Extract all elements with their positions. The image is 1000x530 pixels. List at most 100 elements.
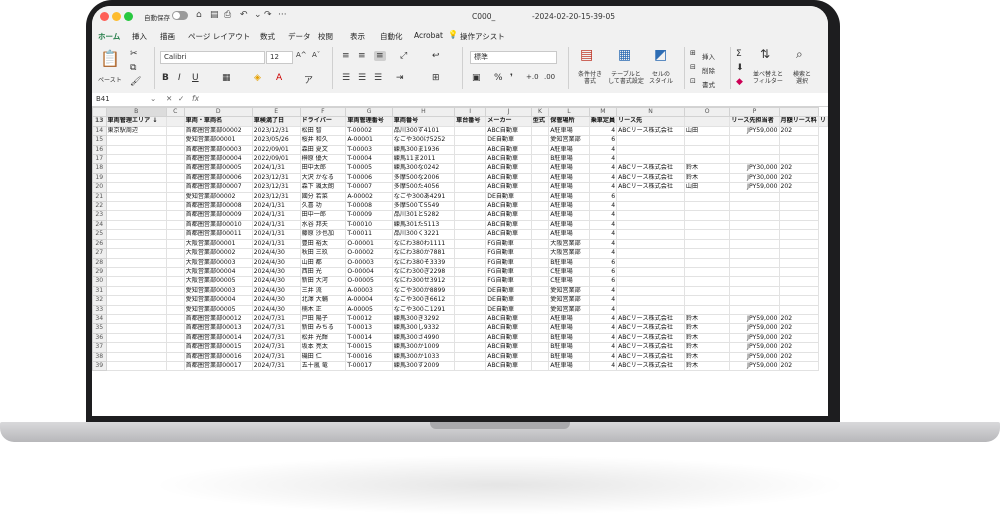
cell[interactable]	[165, 257, 185, 268]
cell[interactable]: 愛知営業部00001	[183, 135, 253, 146]
cell[interactable]	[454, 285, 487, 297]
copy-icon[interactable]: ⧉	[130, 63, 136, 73]
cell[interactable]: 五十嵐 竜	[299, 360, 347, 372]
cell[interactable]: A駐車場	[548, 125, 590, 137]
cell[interactable]	[729, 248, 780, 259]
cell[interactable]	[165, 285, 185, 297]
cell[interactable]: B駐車場	[548, 154, 590, 165]
header-cell[interactable]: 乗車定員	[588, 116, 618, 127]
cell[interactable]: 練馬300さ4990	[391, 332, 456, 344]
cell[interactable]: 久喜 功	[299, 201, 347, 212]
cell[interactable]	[530, 276, 550, 287]
cell[interactable]: 202	[778, 163, 819, 174]
cell[interactable]: ABC自動車	[485, 342, 532, 353]
cell[interactable]: 6	[588, 276, 618, 287]
row-number[interactable]: 33	[92, 304, 107, 315]
header-cell[interactable]: 保管場所	[548, 116, 590, 127]
column-header-N[interactable]: N	[616, 107, 685, 118]
cell[interactable]	[105, 163, 167, 174]
cell[interactable]	[778, 257, 819, 268]
cell[interactable]	[616, 285, 685, 297]
cell[interactable]: 4	[588, 304, 618, 315]
indent-icon[interactable]: ⇥	[396, 73, 404, 83]
cell-styles-label[interactable]: セルの スタイル	[646, 71, 676, 85]
cell[interactable]	[729, 266, 780, 278]
cell[interactable]: DE自動車	[485, 285, 532, 297]
cell[interactable]: 森田 夏文	[299, 144, 347, 156]
row-number[interactable]: 13	[92, 116, 107, 127]
cell[interactable]	[105, 219, 167, 231]
cell[interactable]: A駐車場	[548, 172, 590, 184]
cell[interactable]: JPY30,000	[729, 163, 780, 174]
tab-draw[interactable]: 描画	[160, 31, 175, 42]
cell[interactable]: 2024/1/31	[251, 201, 301, 212]
cell[interactable]: O-00004	[345, 266, 393, 278]
cell[interactable]: T-00005	[345, 163, 393, 174]
cell[interactable]: 202	[778, 342, 819, 353]
column-header-K[interactable]: K	[530, 107, 550, 118]
cell[interactable]: 練馬11ま2011	[391, 154, 456, 165]
cell[interactable]: JPY59,000	[729, 360, 780, 372]
cell[interactable]	[616, 276, 685, 287]
cell[interactable]	[165, 201, 185, 212]
close-window-button[interactable]	[100, 12, 109, 21]
cell[interactable]	[729, 238, 780, 250]
cell[interactable]	[165, 172, 185, 184]
cell[interactable]	[454, 229, 487, 240]
cell[interactable]	[105, 295, 167, 306]
cell[interactable]: 首都圏営業部00013	[183, 323, 253, 334]
cell[interactable]	[454, 360, 487, 372]
cell[interactable]	[530, 351, 550, 362]
cell[interactable]: A-00003	[345, 285, 393, 297]
cell[interactable]: 練馬300ま1936	[391, 144, 456, 156]
cell[interactable]: 2022/09/01	[251, 144, 301, 156]
zoom-window-button[interactable]	[124, 12, 133, 21]
column-header-F[interactable]: F	[299, 107, 347, 118]
cell[interactable]: ABCリース株式会社	[616, 342, 685, 353]
cell[interactable]	[530, 313, 550, 325]
cell[interactable]: ABC自動車	[485, 219, 532, 231]
grow-font-icon[interactable]: A^	[296, 51, 307, 59]
cell[interactable]: 首都圏営業部00005	[183, 163, 253, 174]
cell[interactable]: 新田 みちる	[299, 323, 347, 334]
cell[interactable]	[616, 248, 685, 259]
cell[interactable]: 202	[778, 313, 819, 325]
cell[interactable]: 4	[588, 163, 618, 174]
header-cell[interactable]: 車両・車両名	[183, 116, 253, 127]
sort-filter-icon[interactable]: ⇅	[760, 47, 770, 61]
cell[interactable]: 西田 光	[299, 266, 347, 278]
cell[interactable]: ABCリース株式会社	[616, 182, 685, 193]
cell[interactable]: 4	[588, 295, 618, 306]
cell[interactable]: O-00003	[345, 257, 393, 268]
cell[interactable]: A-00004	[345, 295, 393, 306]
cell[interactable]	[683, 229, 731, 240]
print-icon[interactable]: ⎙	[224, 10, 231, 20]
cell[interactable]	[454, 351, 487, 362]
cell[interactable]: ABCリース株式会社	[616, 125, 685, 137]
cell[interactable]	[530, 342, 550, 353]
tab-formulas[interactable]: 数式	[260, 31, 275, 42]
cell[interactable]	[165, 191, 185, 203]
header-cell[interactable]: 車両管理番号	[345, 116, 393, 127]
cell[interactable]: A駐車場	[548, 144, 590, 156]
font-size-select[interactable]: 12	[266, 51, 293, 64]
cell[interactable]: 2022/09/01	[251, 154, 301, 165]
cell[interactable]	[778, 238, 819, 250]
cell[interactable]: 大阪営業部	[548, 248, 590, 259]
clear-icon[interactable]: ◆	[736, 77, 743, 87]
cell[interactable]: A-00001	[345, 135, 393, 146]
header-cell[interactable]	[165, 116, 185, 127]
underline-button[interactable]: U	[192, 73, 199, 83]
cell[interactable]: T-00002	[345, 125, 393, 137]
cell[interactable]	[105, 342, 167, 353]
insert-cells-icon[interactable]: ⊞	[690, 49, 696, 57]
percent-icon[interactable]: %	[494, 73, 503, 83]
cell[interactable]	[616, 135, 685, 146]
insert-cells-label[interactable]: 挿入	[702, 51, 715, 61]
cell[interactable]: 202	[778, 172, 819, 184]
shrink-font-icon[interactable]: Aˇ	[312, 51, 320, 59]
cell[interactable]	[530, 238, 550, 250]
cell[interactable]: A駐車場	[548, 182, 590, 193]
cell[interactable]	[530, 360, 550, 372]
cell[interactable]: 首都圏営業部00007	[183, 182, 253, 193]
